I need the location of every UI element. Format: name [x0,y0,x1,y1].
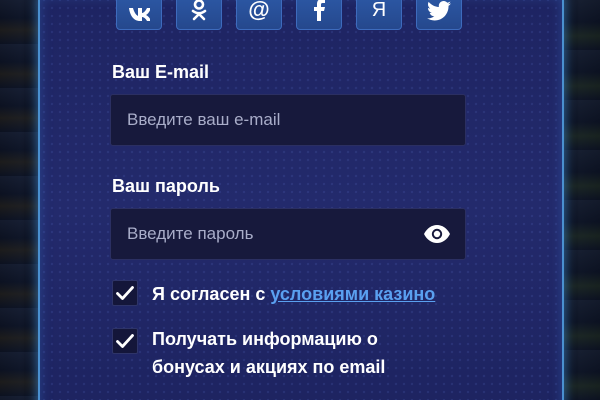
page: @ Я Ваш E-mail Введите ваш e-mail Ваш па… [0,0,600,400]
vk-button[interactable] [116,0,162,30]
agree-terms-row: Я согласен с условиями казино [112,280,435,308]
facebook-button[interactable] [296,0,342,30]
email-placeholder: Введите ваш e-mail [127,110,281,129]
checkmark-icon [116,286,134,300]
facebook-icon [314,0,325,21]
newsletter-line-1: Получать информацию о [152,329,378,349]
agree-terms-text: Я согласен с условиями казино [152,280,435,308]
email-field[interactable]: Введите ваш e-mail [110,94,466,146]
twitter-icon [427,1,451,21]
password-label: Ваш пароль [112,176,220,196]
background-right [560,0,600,400]
password-placeholder: Введите пароль [127,224,254,243]
eye-icon[interactable] [423,224,451,249]
odnoklassniki-button[interactable] [176,0,222,30]
yandex-button[interactable]: Я [356,0,402,30]
agree-terms-checkbox[interactable] [112,280,138,306]
email-label: Ваш E-mail [112,62,210,82]
password-field[interactable]: Введите пароль [110,208,466,260]
casino-terms-link[interactable]: условиями казино [270,284,435,304]
mail-button[interactable]: @ [236,0,282,30]
checkmark-icon [116,334,134,348]
newsletter-line-2: бонусах и акциях по email [152,357,386,377]
background-left [0,0,40,400]
social-login-row: @ Я [116,0,462,30]
vk-icon [129,8,150,21]
mail-icon: @ [248,0,270,22]
newsletter-text: Получать информацию о бонусах и акциях п… [152,325,385,381]
yandex-icon: Я [371,0,387,21]
newsletter-checkbox[interactable] [112,328,138,354]
twitter-button[interactable] [416,0,462,30]
agree-terms-label: Я согласен с [152,284,271,304]
odnoklassniki-icon [191,0,207,21]
newsletter-row: Получать информацию о бонусах и акциях п… [112,325,385,381]
